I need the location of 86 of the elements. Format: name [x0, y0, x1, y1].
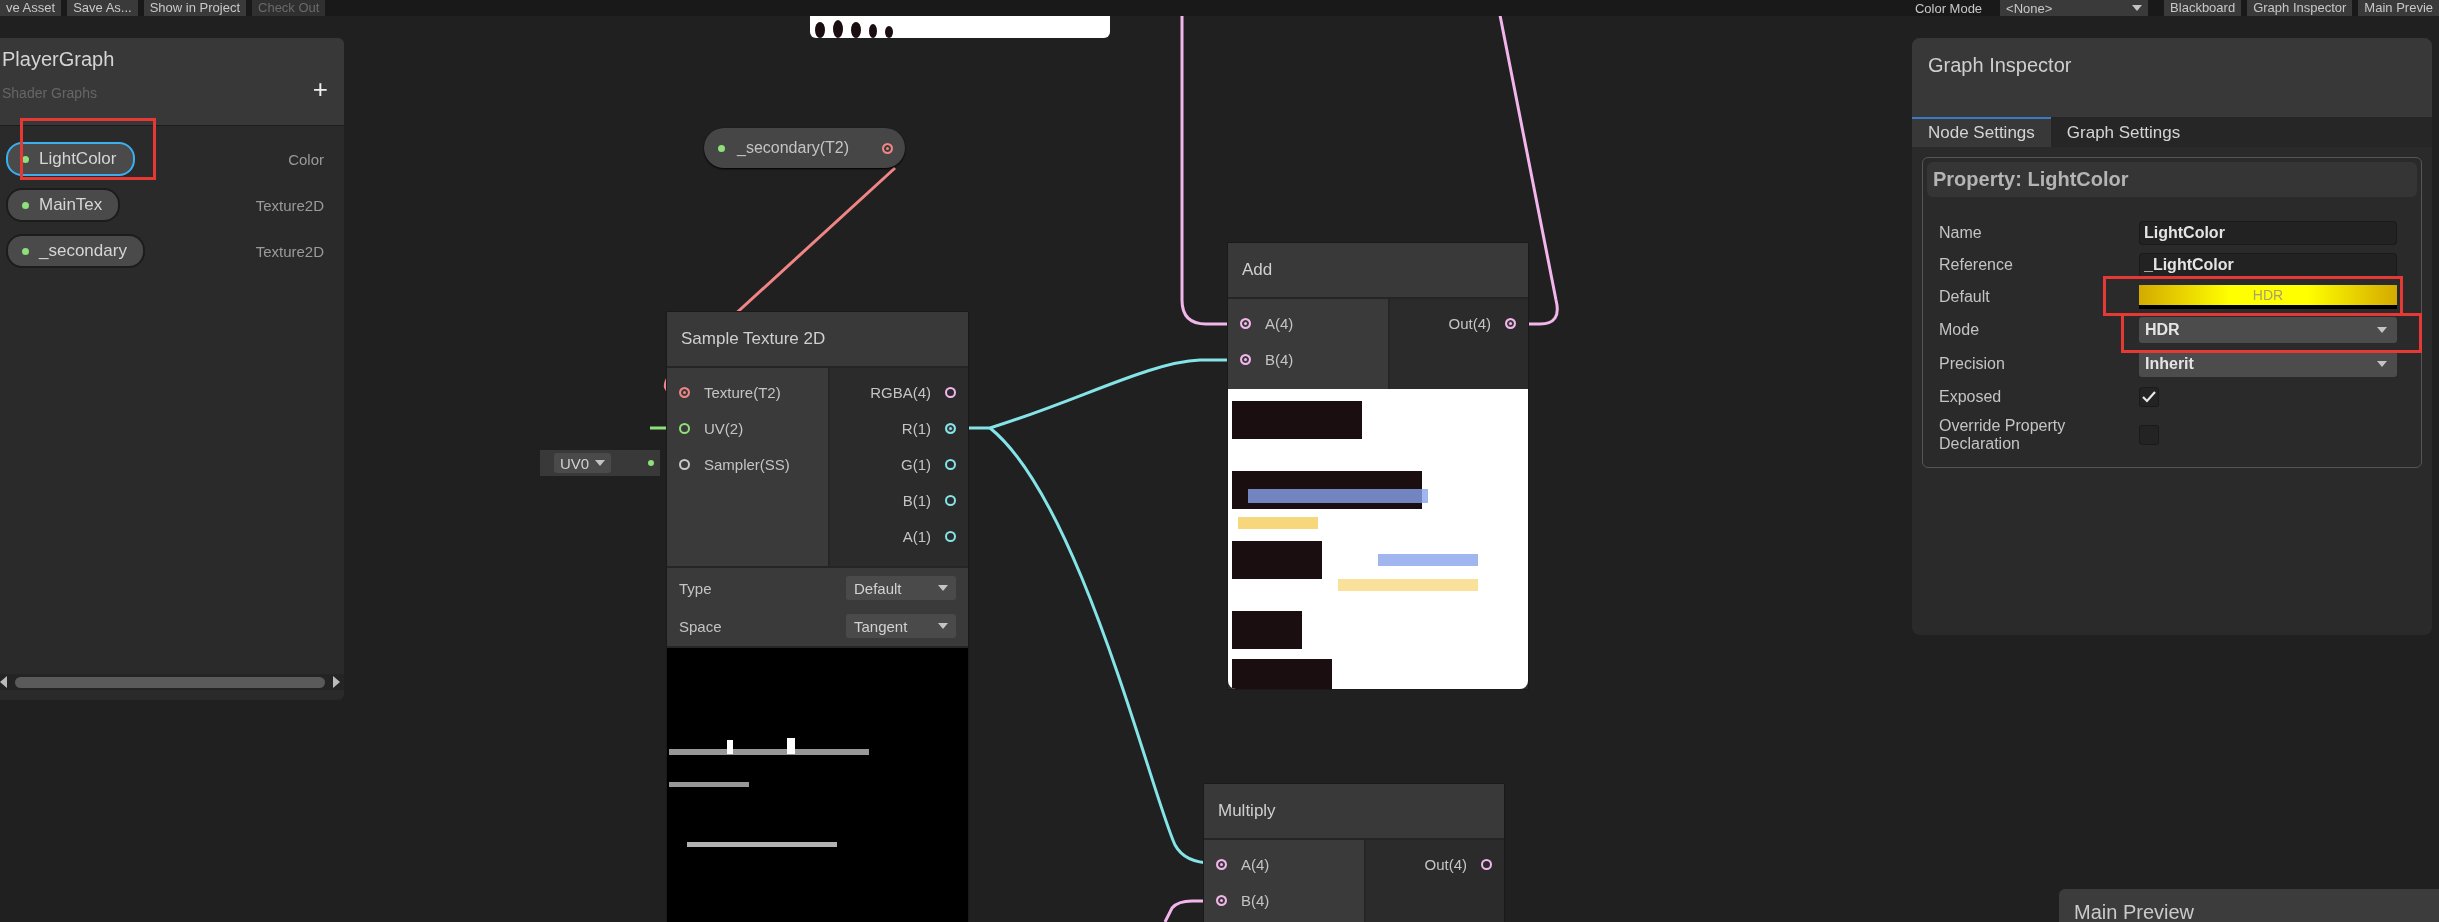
port-icon[interactable]	[679, 458, 690, 470]
port-label: Out(4)	[1448, 314, 1491, 332]
port-icon[interactable]	[1216, 894, 1227, 906]
scroll-left-icon[interactable]	[0, 676, 7, 688]
section-title: Property: LightColor	[1927, 162, 2417, 197]
node-header[interactable]: Multiply	[1204, 784, 1504, 840]
field-label: Exposed	[1939, 388, 2003, 406]
dropdown[interactable]: HDR	[2139, 317, 2397, 343]
port-label: B(1)	[902, 491, 931, 509]
port-label: A(4)	[1241, 855, 1270, 873]
add-button[interactable]: +	[312, 78, 328, 100]
dot-icon	[22, 155, 29, 163]
dropdown[interactable]: UV0	[554, 453, 612, 473]
input-field[interactable]: _LightColor	[2139, 253, 2397, 277]
dot-icon	[22, 247, 29, 255]
port-label: B(4)	[1241, 891, 1270, 909]
panel-title: Graph Inspector	[1912, 38, 2432, 117]
port-icon[interactable]	[945, 530, 956, 542]
input-field[interactable]: LightColor	[2139, 221, 2397, 245]
property-type: Texture2D	[255, 242, 324, 260]
port-label: RGBA(4)	[870, 383, 931, 401]
color-mode-label: Color Mode	[1914, 0, 1983, 16]
dot-icon	[648, 460, 654, 466]
dot-icon	[718, 144, 725, 152]
port-label: B(4)	[1265, 350, 1294, 368]
property-node[interactable]: _secondary(T2)	[704, 128, 905, 168]
dropdown[interactable]: Default	[846, 576, 956, 600]
port-label: UV(2)	[704, 419, 744, 437]
port-icon[interactable]	[679, 422, 690, 434]
field-label: Reference	[1939, 256, 2014, 274]
tab[interactable]: Node Settings	[1912, 117, 2051, 147]
port-icon[interactable]	[945, 458, 956, 470]
field-label: Override Property Declaration	[1939, 417, 2067, 453]
property-type: Color	[288, 150, 324, 168]
field-label: Mode	[1939, 321, 1981, 339]
port-label: A(4)	[1265, 314, 1294, 332]
toolbar-button[interactable]: Graph Inspector	[2247, 0, 2353, 16]
port-icon[interactable]	[1240, 353, 1251, 365]
port-icon[interactable]	[1240, 317, 1251, 329]
property-pill[interactable]: LightColor	[6, 142, 135, 176]
caret-icon	[2377, 361, 2387, 367]
port-label: A(1)	[902, 527, 931, 545]
dropdown[interactable]: Tangent	[846, 614, 956, 638]
port-icon[interactable]	[1481, 858, 1492, 870]
node-header[interactable]: Sample Texture 2D	[667, 312, 968, 368]
field-label: Default	[1939, 288, 1991, 306]
field-label: Precision	[1939, 355, 2006, 373]
port-label: Texture(T2)	[704, 383, 781, 401]
caret-icon	[595, 460, 606, 466]
toolbar-button[interactable]: Blackboard	[2164, 0, 2242, 16]
port-label: R(1)	[901, 419, 931, 437]
checkbox[interactable]	[2139, 387, 2159, 407]
dot-icon	[22, 201, 29, 209]
port-label: Out(4)	[1424, 855, 1467, 873]
port-label: Sampler(SS)	[704, 455, 790, 473]
node-header[interactable]: Add	[1228, 243, 1528, 299]
scroll-right-icon[interactable]	[333, 676, 340, 688]
panel-title: PlayerGraph	[2, 48, 115, 71]
panel-title: Main Preview	[2074, 901, 2195, 922]
port-label: G(1)	[901, 455, 931, 473]
port-icon[interactable]	[945, 494, 956, 506]
setting-label: Type	[679, 579, 712, 597]
check-icon	[2142, 391, 2156, 403]
caret-icon	[2132, 5, 2143, 11]
toolbar-button[interactable]: Main Previe	[2358, 0, 2439, 16]
toolbar-button[interactable]: Show in Project	[143, 0, 246, 16]
port-icon[interactable]	[882, 142, 893, 154]
field-label: Name	[1939, 224, 1983, 242]
scrollbar[interactable]	[0, 674, 344, 690]
dropdown[interactable]: <None>	[2000, 0, 2149, 16]
property-pill[interactable]: MainTex	[6, 188, 121, 222]
port-icon[interactable]	[945, 422, 956, 434]
port-icon[interactable]	[679, 386, 690, 398]
dropdown[interactable]: Inherit	[2139, 351, 2397, 377]
port-icon[interactable]	[945, 386, 956, 398]
port-icon[interactable]	[1505, 317, 1516, 329]
toolbar-button[interactable]: Save As...	[67, 0, 138, 16]
setting-label: Space	[679, 617, 722, 635]
caret-icon	[938, 623, 948, 629]
toolbar-button[interactable]: ve Asset	[0, 0, 62, 16]
caret-icon	[938, 585, 948, 591]
property-pill[interactable]: _secondary	[6, 234, 145, 268]
caret-icon	[2377, 327, 2387, 333]
port-icon[interactable]	[1216, 858, 1227, 870]
scroll-thumb[interactable]	[15, 676, 325, 688]
property-type: Texture2D	[255, 196, 324, 214]
